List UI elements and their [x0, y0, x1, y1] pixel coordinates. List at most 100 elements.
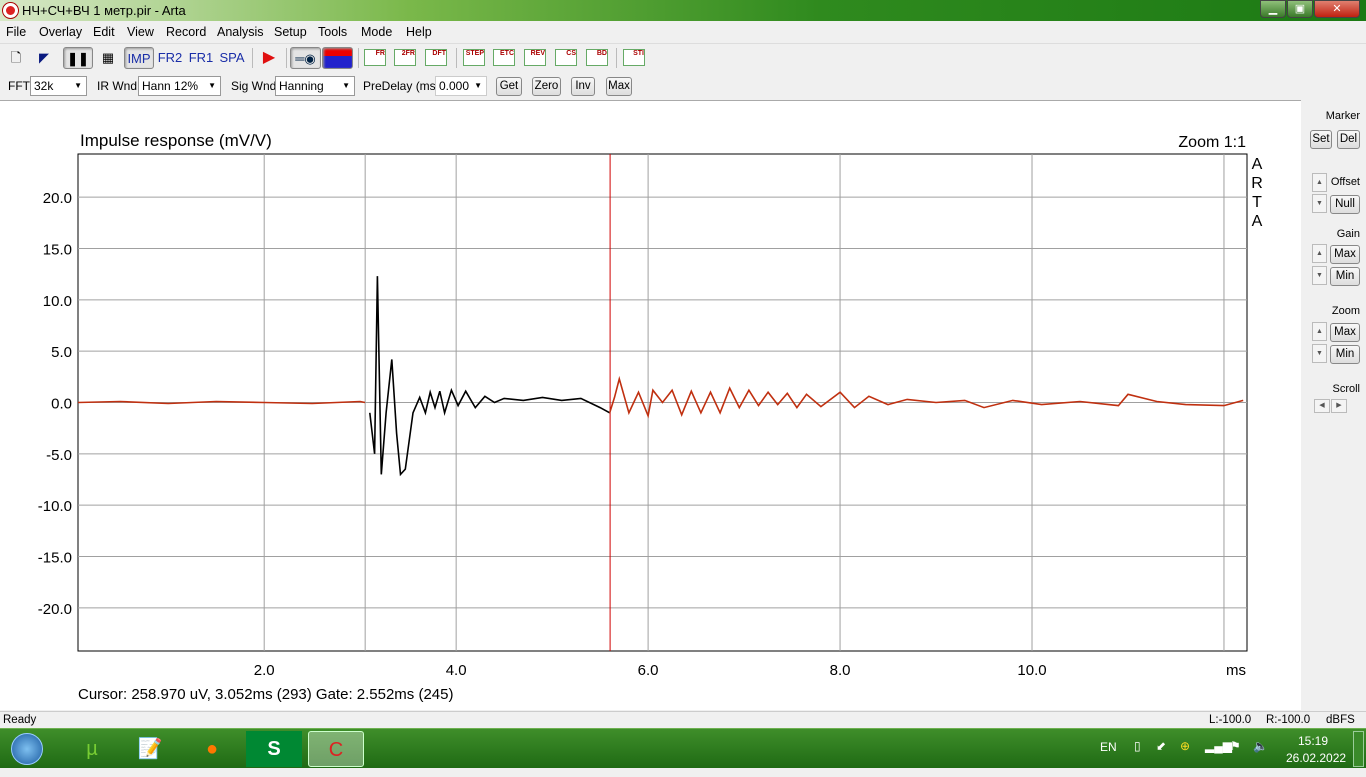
x-tick-label: 8.0: [830, 662, 851, 679]
post-gate-trace: [608, 375, 1244, 419]
ir-wnd-select[interactable]: Hann 12%: [138, 76, 221, 96]
gain-up-button[interactable]: ▲: [1312, 244, 1327, 263]
notepad-icon[interactable]: 📝: [122, 731, 178, 767]
zoom-max-button[interactable]: Max: [1330, 323, 1360, 342]
plus-tray-icon[interactable]: ⊕: [1180, 739, 1190, 753]
open-file-icon[interactable]: ◤: [34, 47, 54, 69]
offset-null-button[interactable]: Null: [1330, 195, 1360, 214]
menu-tools[interactable]: Tools: [318, 25, 347, 39]
menu-help[interactable]: Help: [406, 25, 432, 39]
menu-setup[interactable]: Setup: [274, 25, 307, 39]
zoom-label: Zoom 1:1: [1178, 134, 1246, 151]
arta-taskbar-icon[interactable]: C: [308, 731, 364, 767]
rev-graph-icon[interactable]: REV: [524, 49, 546, 66]
pause-button[interactable]: ❚❚: [63, 47, 93, 69]
firefox-icon[interactable]: ●: [184, 731, 240, 767]
predelay-input[interactable]: 0.000: [435, 76, 487, 96]
main-toolbar: 🗋 ◤ ❚❚ ▦ IMP FR2 FR1 SPA ▶ ═◉ FR 2FR DFT…: [0, 43, 1366, 71]
close-button[interactable]: ✕: [1314, 0, 1360, 18]
y-tick-label: 15.0: [43, 241, 72, 258]
menu-analysis[interactable]: Analysis: [217, 25, 264, 39]
graph-area[interactable]: Impulse response (mV/V) Zoom 1:1 ARTA 20…: [0, 100, 1301, 710]
utorrent-icon[interactable]: µ: [64, 731, 120, 767]
sig-wnd-select[interactable]: Hanning: [275, 76, 355, 96]
chart-title: Impulse response (mV/V): [80, 131, 272, 150]
zoom-label: Zoom: [1331, 305, 1360, 317]
imp-mode-button[interactable]: IMP: [124, 47, 154, 69]
scroll-left-button[interactable]: ◀: [1314, 399, 1330, 413]
minimize-button[interactable]: ▁: [1260, 0, 1286, 18]
right-control-panel: Marker Set Del ▲ ▼ Offset Null Gain ▲ ▼ …: [1302, 100, 1366, 710]
new-file-icon[interactable]: 🗋: [6, 47, 26, 69]
arta-app-icon: [3, 3, 18, 18]
zero-button[interactable]: Zero: [532, 77, 561, 96]
status-bar: Ready L:-100.0 R:-100.0 dBFS: [0, 711, 1366, 728]
predelay-label: PreDelay (ms): [363, 79, 440, 93]
max-button[interactable]: Max: [606, 77, 632, 96]
marker-del-button[interactable]: Del: [1337, 130, 1360, 149]
maximize-button[interactable]: ▣: [1287, 0, 1313, 18]
x-tick-label: 4.0: [446, 662, 467, 679]
menu-record[interactable]: Record: [166, 25, 206, 39]
gain-label: Gain: [1336, 228, 1360, 240]
zoom-down-button[interactable]: ▼: [1312, 344, 1327, 363]
y-tick-label: -20.0: [38, 601, 72, 618]
table-icon[interactable]: ▦: [97, 47, 119, 69]
marker-set-button[interactable]: Set: [1310, 130, 1332, 149]
flag-icon[interactable]: ⚑: [1230, 739, 1241, 753]
battery-icon[interactable]: ▯: [1134, 739, 1141, 753]
spectrum-icon[interactable]: [322, 47, 353, 69]
dft-graph-icon[interactable]: DFT: [425, 49, 447, 66]
offset-label: Offset: [1330, 176, 1360, 188]
inv-button[interactable]: Inv: [571, 77, 595, 96]
fft-select[interactable]: 32k: [30, 76, 87, 96]
clock-time[interactable]: 15:19: [1298, 734, 1328, 748]
spa-mode-button[interactable]: SPA: [218, 47, 246, 69]
sti-graph-icon[interactable]: STI: [623, 49, 645, 66]
status-right-level: R:-100.0: [1266, 714, 1311, 726]
gated-trace: [369, 276, 611, 477]
cursor-readout: Cursor: 258.970 uV, 3.052ms (293) Gate: …: [78, 686, 454, 703]
zoom-min-button[interactable]: Min: [1330, 345, 1360, 364]
start-button[interactable]: [2, 731, 52, 767]
volume-muted-icon[interactable]: 🔈: [1253, 739, 1268, 753]
menu-edit[interactable]: Edit: [93, 25, 115, 39]
show-desktop-button[interactable]: [1353, 731, 1364, 767]
fr-graph-icon[interactable]: FR: [364, 49, 386, 66]
status-unit: dBFS: [1326, 714, 1355, 726]
get-button[interactable]: Get: [496, 77, 522, 96]
2fr-graph-icon[interactable]: 2FR: [394, 49, 416, 66]
scroll-right-button[interactable]: ▶: [1331, 399, 1347, 413]
s-app-icon[interactable]: S: [246, 731, 302, 767]
cs-graph-icon[interactable]: CS: [555, 49, 577, 66]
step-graph-icon[interactable]: STEP: [463, 49, 485, 66]
gain-down-button[interactable]: ▼: [1312, 266, 1327, 285]
menu-file[interactable]: File: [6, 25, 26, 39]
sig-wnd-label: Sig Wnd: [231, 79, 277, 93]
menu-mode[interactable]: Mode: [361, 25, 392, 39]
y-tick-label: 20.0: [43, 190, 72, 207]
etc-graph-icon[interactable]: ETC: [493, 49, 515, 66]
bd-graph-icon[interactable]: BD: [586, 49, 608, 66]
offset-up-button[interactable]: ▲: [1312, 173, 1327, 192]
gain-min-button[interactable]: Min: [1330, 267, 1360, 286]
y-tick-label: 10.0: [43, 293, 72, 310]
zoom-up-button[interactable]: ▲: [1312, 322, 1327, 341]
impulse-response-chart[interactable]: Impulse response (mV/V) Zoom 1:1 ARTA 20…: [0, 101, 1301, 711]
fr2-mode-button[interactable]: FR2: [156, 47, 184, 69]
scroll-label: Scroll: [1332, 383, 1360, 395]
generator-icon[interactable]: ═◉: [290, 47, 321, 69]
menu-view[interactable]: View: [127, 25, 154, 39]
arta-logo-letter: T: [1252, 194, 1262, 211]
language-indicator[interactable]: EN: [1100, 740, 1117, 754]
record-play-icon[interactable]: ▶: [258, 47, 280, 69]
status-left-level: L:-100.0: [1209, 714, 1252, 726]
clock-date[interactable]: 26.02.2022: [1286, 751, 1346, 765]
arrow-tray-icon[interactable]: ⬋: [1156, 739, 1166, 753]
signal-icon[interactable]: ▂▄▆: [1205, 739, 1232, 753]
offset-down-button[interactable]: ▼: [1312, 194, 1327, 213]
fr1-mode-button[interactable]: FR1: [188, 47, 214, 69]
menu-overlay[interactable]: Overlay: [39, 25, 82, 39]
y-tick-label: 5.0: [51, 344, 72, 361]
gain-max-button[interactable]: Max: [1330, 245, 1360, 264]
